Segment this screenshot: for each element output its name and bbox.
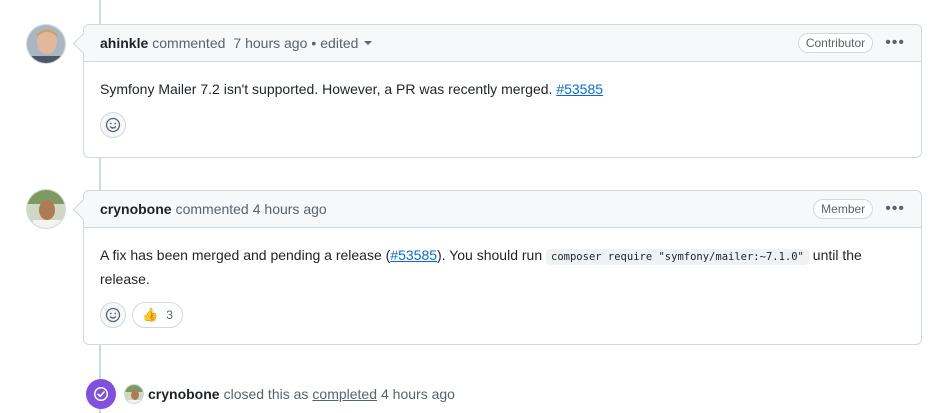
- comment-card: crynobone commented 4 hours ago Member •…: [83, 190, 922, 345]
- comment-card: ahinkle commented 7 hours ago • edited C…: [83, 24, 922, 158]
- smiley-icon: [105, 117, 121, 133]
- closed-badge: [86, 379, 116, 409]
- role-badge: Member: [813, 199, 874, 219]
- comment-body: A fix has been merged and pending a rele…: [84, 228, 921, 290]
- comment-action: commented: [152, 35, 226, 51]
- kebab-horizontal-icon[interactable]: •••: [885, 35, 905, 51]
- comment-timestamp[interactable]: 4 hours ago: [253, 201, 327, 217]
- check-circle-icon: [93, 386, 109, 402]
- event-author[interactable]: crynobone: [148, 386, 220, 402]
- reactions-bar: [84, 100, 921, 154]
- comment-text: Symfony Mailer 7.2 isn't supported. Howe…: [100, 81, 553, 97]
- inline-code: composer require "symfony/mailer:~7.1.0": [546, 249, 809, 265]
- edited-label: edited: [320, 35, 359, 51]
- comment-text-start: A fix has been merged and pending a rele…: [100, 247, 391, 263]
- avatar-crynobone-small[interactable]: [124, 384, 144, 404]
- smiley-icon: [105, 307, 121, 323]
- avatar-ahinkle[interactable]: [26, 24, 66, 64]
- kebab-horizontal-icon[interactable]: •••: [885, 201, 905, 217]
- add-reaction-button[interactable]: [100, 112, 126, 138]
- thumbs-up-reaction[interactable]: 👍 3: [132, 302, 183, 328]
- closed-event: crynobone closed this as completed 4 hou…: [86, 379, 455, 409]
- event-text: closed this as: [223, 386, 309, 402]
- role-badge: Contributor: [797, 33, 874, 53]
- comment-action: commented: [175, 201, 249, 217]
- chevron-down-icon: [364, 41, 373, 45]
- comment-timestamp[interactable]: 7 hours ago: [233, 35, 307, 51]
- edited-dropdown[interactable]: edited: [320, 35, 373, 51]
- pr-link[interactable]: #53585: [390, 247, 437, 263]
- comment-body: Symfony Mailer 7.2 isn't supported. Howe…: [84, 62, 921, 100]
- completed-link[interactable]: completed: [312, 386, 377, 402]
- pr-link[interactable]: #53585: [556, 81, 603, 97]
- comment-author[interactable]: ahinkle: [100, 35, 148, 51]
- comment-header: ahinkle commented 7 hours ago • edited C…: [84, 25, 921, 62]
- comment-header: crynobone commented 4 hours ago Member •…: [84, 191, 921, 228]
- comment-author[interactable]: crynobone: [100, 201, 172, 217]
- add-reaction-button[interactable]: [100, 302, 126, 328]
- comment-text-middle: ). You should run: [437, 247, 543, 263]
- thumbs-up-icon: 👍: [142, 307, 159, 322]
- event-timestamp[interactable]: 4 hours ago: [381, 386, 455, 402]
- reactions-bar: 👍 3: [84, 290, 921, 344]
- bullet-separator: •: [311, 35, 317, 51]
- avatar-crynobone[interactable]: [26, 189, 66, 229]
- reaction-count: 3: [166, 308, 173, 322]
